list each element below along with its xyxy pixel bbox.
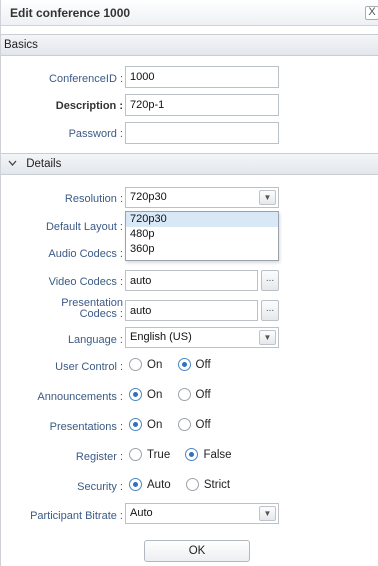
user-control-off-radio[interactable] <box>177 358 191 371</box>
register-true-label: True <box>147 449 171 461</box>
basics-section-label: Basics <box>4 39 38 51</box>
dropdown-arrow-icon: ▼ <box>259 506 276 521</box>
presentation-codecs-input[interactable]: auto <box>125 300 258 321</box>
participant-bitrate-select[interactable]: Auto ▼ <box>125 503 279 524</box>
dialog-title: Edit conference 1000 <box>10 6 131 20</box>
resolution-dropdown-list: 720p30 480p 360p <box>125 211 279 261</box>
resolution-option[interactable]: 360p <box>126 242 278 257</box>
user-control-label: User Control : <box>55 361 123 373</box>
description-input[interactable]: 720p-1 <box>125 94 279 116</box>
dropdown-arrow-icon: ▼ <box>259 190 276 205</box>
security-radio-group: Auto Strict <box>129 478 242 491</box>
register-false-label: False <box>203 449 232 461</box>
register-true-radio[interactable] <box>129 448 142 461</box>
video-codecs-label: Video Codecs : <box>48 276 123 288</box>
details-section-header[interactable]: Details <box>1 153 378 175</box>
participant-bitrate-value: Auto <box>130 507 153 519</box>
announcements-off-label: Off <box>195 389 211 401</box>
dropdown-arrow-icon: ▼ <box>259 330 276 345</box>
password-label: Password : <box>68 128 123 140</box>
user-control-on-radio[interactable] <box>129 358 142 371</box>
ok-button[interactable]: OK <box>144 540 250 562</box>
presentation-codecs-label-line2: Codecs : <box>79 308 123 320</box>
announcements-radio-group: On Off <box>129 388 223 401</box>
announcements-label: Announcements : <box>37 391 123 403</box>
resolution-label: Resolution : <box>64 193 123 205</box>
announcements-on-radio[interactable] <box>129 388 142 401</box>
user-control-on-label: On <box>147 359 163 371</box>
edit-conference-dialog: Edit conference 1000 X Basics Conference… <box>0 0 378 566</box>
presentations-off-radio[interactable] <box>177 418 191 431</box>
language-label: Language : <box>67 334 123 346</box>
participant-bitrate-label: Participant Bitrate : <box>30 510 123 522</box>
chevron-down-icon <box>8 158 17 170</box>
security-strict-label: Strict <box>203 479 231 491</box>
details-section-label: Details <box>26 158 62 170</box>
security-label: Security : <box>77 481 123 493</box>
resolution-value: 720p30 <box>130 191 167 203</box>
password-input[interactable] <box>125 122 279 144</box>
description-label: Description : <box>55 100 123 112</box>
audio-codecs-label: Audio Codecs : <box>48 248 123 260</box>
security-auto-label: Auto <box>147 479 171 491</box>
language-value: English (US) <box>130 331 192 343</box>
resolution-option[interactable]: 720p30 <box>126 212 278 227</box>
presentations-on-radio[interactable] <box>129 418 142 431</box>
default-layout-label: Default Layout : <box>45 221 123 233</box>
presentations-label: Presentations : <box>49 421 123 433</box>
user-control-off-label: Off <box>195 359 211 371</box>
resolution-select[interactable]: 720p30 ▼ <box>125 187 279 208</box>
announcements-off-radio[interactable] <box>177 388 191 401</box>
conference-id-input[interactable]: 1000 <box>125 66 279 88</box>
video-codecs-input[interactable]: auto <box>125 270 258 291</box>
register-label: Register : <box>75 451 123 463</box>
presentation-codecs-label: Presentation Codecs : <box>3 298 123 320</box>
presentations-on-label: On <box>147 419 163 431</box>
register-false-radio[interactable] <box>185 448 199 461</box>
presentation-codecs-browse-button[interactable]: ... <box>261 300 279 321</box>
conference-id-label: ConferenceID : <box>49 73 123 85</box>
security-auto-radio[interactable] <box>129 478 142 491</box>
announcements-on-label: On <box>147 389 163 401</box>
video-codecs-browse-button[interactable]: ... <box>261 270 279 291</box>
resolution-option[interactable]: 480p <box>126 227 278 242</box>
security-strict-radio[interactable] <box>185 478 199 491</box>
close-button[interactable]: X <box>365 6 378 20</box>
presentations-off-label: Off <box>195 419 211 431</box>
register-radio-group: True False <box>129 448 244 461</box>
presentations-radio-group: On Off <box>129 418 223 431</box>
basics-section-header[interactable]: Basics <box>1 34 378 56</box>
dialog-titlebar: Edit conference 1000 X <box>1 0 378 26</box>
user-control-radio-group: On Off <box>129 358 223 371</box>
language-select[interactable]: English (US) ▼ <box>125 327 279 348</box>
